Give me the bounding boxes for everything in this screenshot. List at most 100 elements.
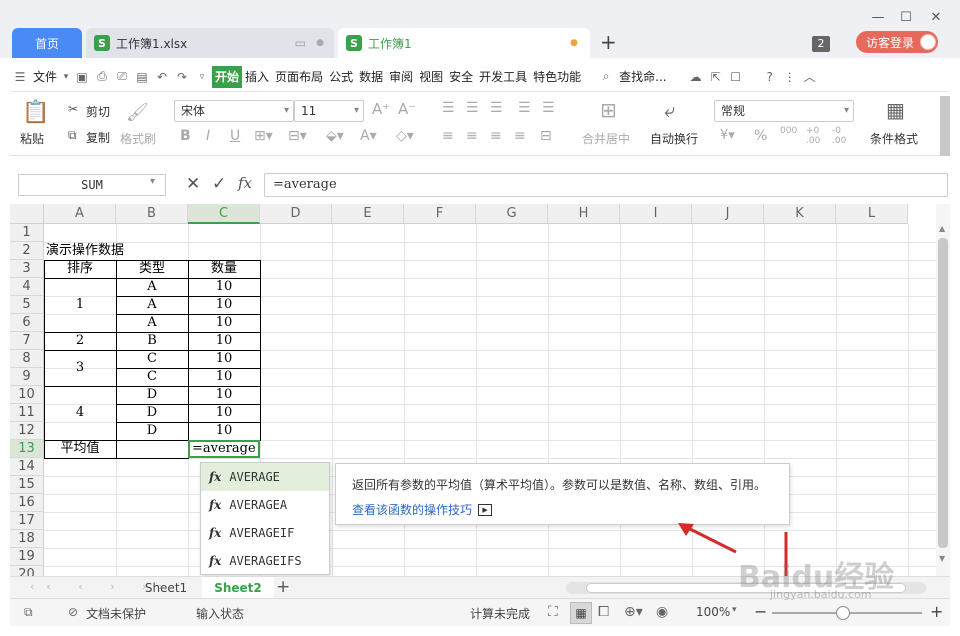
chevron-down-icon[interactable]: ▾ bbox=[150, 176, 155, 187]
row-header[interactable]: 4 bbox=[10, 278, 44, 296]
average-label-cell[interactable]: 平均值 bbox=[44, 440, 116, 458]
preview-icon[interactable]: ▤ bbox=[132, 70, 152, 84]
quantity-cell[interactable]: 10 bbox=[188, 422, 260, 440]
print-icon[interactable]: ⎚ bbox=[112, 69, 132, 84]
scroll-up-icon[interactable]: ▲ bbox=[939, 224, 945, 233]
more-icon[interactable]: ▿ bbox=[192, 72, 212, 82]
italic-icon[interactable]: I bbox=[206, 128, 210, 144]
menu-start[interactable]: 开始 bbox=[212, 65, 243, 88]
row-header[interactable]: 9 bbox=[10, 368, 44, 386]
increase-font-icon[interactable]: A⁺ bbox=[372, 100, 390, 118]
row-header[interactable]: 13 bbox=[10, 440, 44, 458]
zoom-out-button[interactable]: − bbox=[754, 602, 767, 621]
zoom-in-button[interactable]: + bbox=[930, 602, 943, 621]
row-header[interactable]: 19 bbox=[10, 548, 44, 566]
type-cell[interactable]: C bbox=[116, 368, 188, 386]
header-cell[interactable]: 数量 bbox=[188, 260, 260, 278]
row-header[interactable]: 20 bbox=[10, 566, 44, 576]
quantity-cell[interactable]: 10 bbox=[188, 332, 260, 350]
cancel-icon[interactable]: ✕ bbox=[186, 174, 200, 194]
new-tab-button[interactable]: + bbox=[600, 30, 617, 54]
row-header[interactable]: 18 bbox=[10, 530, 44, 548]
redo-icon[interactable]: ↷ bbox=[172, 70, 192, 84]
column-header[interactable]: K bbox=[764, 204, 836, 224]
window-count-badge[interactable]: 2 bbox=[812, 36, 830, 52]
paste-icon[interactable]: 📋 bbox=[22, 100, 49, 125]
row-header[interactable]: 6 bbox=[10, 314, 44, 332]
confirm-icon[interactable]: ✓ bbox=[212, 174, 226, 194]
export-icon[interactable]: ⎙ bbox=[92, 69, 112, 84]
menu-features[interactable]: 特色功能 bbox=[530, 66, 584, 88]
menu-view[interactable]: 视图 bbox=[416, 66, 446, 88]
type-cell[interactable]: D bbox=[116, 404, 188, 422]
format-painter-button[interactable]: 格式刷 bbox=[120, 130, 156, 147]
quantity-cell[interactable]: 10 bbox=[188, 386, 260, 404]
type-cell[interactable]: D bbox=[116, 386, 188, 404]
quantity-cell[interactable]: 10 bbox=[188, 368, 260, 386]
decrease-font-icon[interactable]: A⁻ bbox=[398, 100, 416, 118]
row-header[interactable]: 1 bbox=[10, 224, 44, 242]
add-sheet-button[interactable]: + bbox=[276, 577, 290, 597]
menu-review[interactable]: 审阅 bbox=[386, 66, 416, 88]
border-icon[interactable]: ⊞▾ bbox=[254, 128, 273, 144]
visitor-login-button[interactable]: 访客登录 bbox=[856, 31, 938, 53]
conditional-format-button[interactable]: 条件格式 bbox=[870, 130, 918, 147]
menu-file[interactable]: 文件 bbox=[30, 66, 60, 88]
column-header[interactable]: E bbox=[332, 204, 404, 224]
header-cell[interactable]: 类型 bbox=[116, 260, 188, 278]
indent-icon[interactable]: ☰ bbox=[518, 100, 531, 116]
page-break-icon[interactable]: ⧠ bbox=[598, 604, 609, 620]
increase-decimal-button[interactable]: +0 .00 bbox=[806, 126, 826, 146]
vertical-scroll-thumb[interactable] bbox=[938, 238, 948, 548]
bold-icon[interactable]: B bbox=[180, 128, 191, 144]
column-header[interactable]: L bbox=[836, 204, 908, 224]
undo-icon[interactable]: ↶ bbox=[152, 70, 172, 84]
menu-developer[interactable]: 开发工具 bbox=[476, 66, 530, 88]
number-format-select[interactable]: 常规 bbox=[714, 100, 854, 122]
outdent-icon[interactable]: ☰ bbox=[542, 100, 555, 116]
chevron-down-icon[interactable]: ▾ bbox=[60, 72, 72, 82]
align-left-icon[interactable]: ≡ bbox=[442, 128, 454, 144]
underline-icon[interactable]: U bbox=[230, 128, 240, 144]
autocomplete-item[interactable]: fx AVERAGEA bbox=[201, 491, 329, 519]
type-cell[interactable]: D bbox=[116, 422, 188, 440]
column-header[interactable]: B bbox=[116, 204, 188, 224]
distribute-icon[interactable]: ⊟ bbox=[540, 128, 552, 144]
search-command[interactable]: 查找命... bbox=[616, 66, 669, 88]
row-header[interactable]: 17 bbox=[10, 512, 44, 530]
tab-home[interactable]: 首页 bbox=[12, 28, 82, 58]
eraser-icon[interactable]: ◇▾ bbox=[396, 128, 414, 144]
maximize-icon[interactable]: ☐ bbox=[896, 8, 916, 28]
bucket-icon[interactable]: ⬙▾ bbox=[326, 128, 344, 144]
type-cell[interactable]: B bbox=[116, 332, 188, 350]
decrease-decimal-button[interactable]: -0 .00 bbox=[832, 126, 852, 146]
order-cell[interactable]: 4 bbox=[44, 386, 116, 440]
share-icon[interactable]: ⇱ bbox=[706, 70, 726, 84]
normal-view-icon[interactable]: ▦ bbox=[570, 602, 592, 624]
hamburger-icon[interactable]: ☰ bbox=[10, 70, 30, 84]
scroll-down-icon[interactable]: ▼ bbox=[939, 554, 945, 563]
copy-button[interactable]: 复制 bbox=[86, 129, 110, 146]
column-header[interactable]: C bbox=[188, 204, 260, 224]
close-icon[interactable]: ✕ bbox=[926, 8, 946, 28]
row-header[interactable]: 12 bbox=[10, 422, 44, 440]
row-header[interactable]: 3 bbox=[10, 260, 44, 278]
font-color-icon[interactable]: A▾ bbox=[360, 128, 377, 144]
align-bottom-icon[interactable]: ☰ bbox=[490, 100, 503, 116]
row-header[interactable]: 16 bbox=[10, 494, 44, 512]
row-header[interactable]: 2 bbox=[10, 242, 44, 260]
column-header[interactable]: J bbox=[692, 204, 764, 224]
order-cell[interactable]: 1 bbox=[44, 278, 116, 332]
menu-data[interactable]: 数据 bbox=[356, 66, 386, 88]
active-cell[interactable]: =average bbox=[188, 440, 260, 458]
ribbon-scrollbar[interactable] bbox=[940, 96, 950, 156]
column-header[interactable]: A bbox=[44, 204, 116, 224]
search-icon[interactable]: ⌕ bbox=[596, 69, 616, 84]
font-name-select[interactable]: 宋体 bbox=[174, 100, 294, 122]
sheet-tab-2[interactable]: Sheet2 bbox=[202, 577, 274, 599]
row-header[interactable]: 11 bbox=[10, 404, 44, 422]
fullscreen-icon[interactable]: ⛶ bbox=[548, 604, 558, 620]
type-cell[interactable]: A bbox=[116, 278, 188, 296]
thousands-button[interactable]: 000 bbox=[780, 126, 797, 136]
quantity-cell[interactable]: 10 bbox=[188, 314, 260, 332]
